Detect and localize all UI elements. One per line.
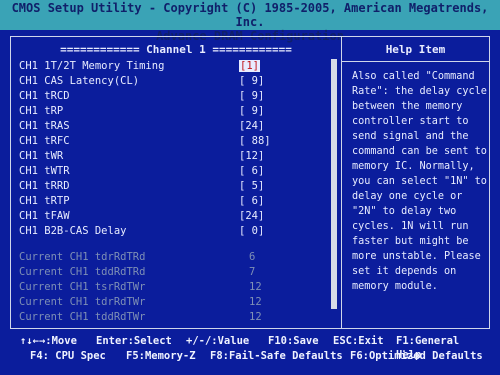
setting-value[interactable]: [ 6]	[239, 194, 264, 208]
key-memory-z: F5:Memory-Z	[126, 350, 196, 362]
help-text: Also called "Command Rate": the delay cy…	[352, 71, 487, 292]
setting-label: CH1 tRTP	[19, 195, 70, 207]
help-divider	[342, 61, 489, 62]
scrollbar[interactable]	[331, 59, 337, 309]
setting-row-tras[interactable]: CH1 tRAS [24]	[19, 119, 319, 133]
help-title: Help Item	[385, 43, 446, 56]
setting-value[interactable]: [ 9]	[239, 74, 264, 88]
help-pane: Help Item Also called "Command Rate": th…	[342, 37, 489, 328]
setting-value[interactable]: [24]	[239, 119, 264, 133]
readonly-value: 12	[249, 296, 262, 308]
key-value: +/-/:Value	[186, 335, 250, 347]
setting-row-trrd[interactable]: CH1 tRRD [ 5]	[19, 179, 319, 193]
setting-row-b2b-cas-delay[interactable]: CH1 B2B-CAS Delay [ 0]	[19, 224, 319, 238]
key-exit: ESC:Exit	[333, 335, 384, 347]
setting-value[interactable]: [ 0]	[239, 224, 264, 238]
readonly-row: Current CH1 tddRdTRd 7	[19, 265, 319, 279]
setting-row-trtp[interactable]: CH1 tRTP [ 6]	[19, 194, 319, 208]
setting-label: CH1 1T/2T Memory Timing	[19, 60, 165, 72]
setting-label: CH1 tFAW	[19, 210, 70, 222]
setting-value[interactable]: [ 6]	[239, 164, 264, 178]
readonly-value: 12	[249, 281, 262, 293]
key-move: ↑↓←→:Move	[20, 335, 77, 347]
setting-row-trfc[interactable]: CH1 tRFC [ 88]	[19, 134, 319, 148]
key-optimized-defaults: F6:Optimized Defaults	[350, 350, 483, 362]
readonly-label: Current CH1 tddRdTWr	[19, 311, 146, 323]
settings-list: ============ Channel 1 ============ CH1 …	[11, 37, 342, 328]
setting-row-trcd[interactable]: CH1 tRCD [ 9]	[19, 89, 319, 103]
setting-label: CH1 B2B-CAS Delay	[19, 225, 127, 237]
key-enter: Enter:Select	[96, 335, 172, 347]
key-cpu-spec: F4: CPU Spec	[30, 350, 106, 362]
setting-value[interactable]: [ 9]	[239, 104, 264, 118]
key-save: F10:Save	[268, 335, 319, 347]
readonly-label: Current CH1 tdrRdTWr	[19, 296, 146, 308]
setting-row-tfaw[interactable]: CH1 tFAW [24]	[19, 209, 319, 223]
readonly-value: 7	[249, 266, 256, 278]
setting-label: CH1 tRCD	[19, 90, 70, 102]
readonly-row: Current CH1 tdrRdTWr 12	[19, 295, 319, 309]
footer-keys: ↑↓←→:Move Enter:Select +/-/:Value F10:Sa…	[0, 329, 500, 375]
key-fail-safe-defaults: F8:Fail-Safe Defaults	[210, 350, 343, 362]
readonly-label: Current CH1 tsrRdTWr	[19, 281, 146, 293]
setting-label: CH1 tRRD	[19, 180, 70, 192]
setting-label: CH1 tWR	[19, 150, 64, 162]
setting-row-cas-latency[interactable]: CH1 CAS Latency(CL) [ 9]	[19, 74, 319, 88]
title-bar: CMOS Setup Utility - Copyright (C) 1985-…	[0, 0, 500, 43]
setting-row-twtr[interactable]: CH1 tWTR [ 6]	[19, 164, 319, 178]
setting-label: CH1 tRFC	[19, 135, 70, 147]
setting-value[interactable]: [12]	[239, 149, 264, 163]
setting-label: CH1 CAS Latency(CL)	[19, 75, 140, 87]
setting-label: CH1 tRAS	[19, 120, 70, 132]
selected-value[interactable]: [1]	[239, 60, 260, 72]
setting-value[interactable]: [ 88]	[239, 134, 271, 148]
settings-panel: ============ Channel 1 ============ CH1 …	[10, 36, 490, 329]
setting-label: CH1 tRP	[19, 105, 64, 117]
footer-line-1: ↑↓←→:Move Enter:Select +/-/:Value F10:Sa…	[20, 334, 490, 361]
readonly-label: Current CH1 tddRdTRd	[19, 266, 146, 278]
setting-value[interactable]: [ 5]	[239, 179, 264, 193]
setting-row-twr[interactable]: CH1 tWR [12]	[19, 149, 319, 163]
footer-line-2: F4: CPU Spec F5:Memory-Z F8:Fail-Safe De…	[20, 349, 490, 363]
readonly-row: Current CH1 tsrRdTWr 12	[19, 280, 319, 294]
readonly-row: Current CH1 tdrRdTRd 6	[19, 250, 319, 264]
readonly-value: 12	[249, 311, 262, 323]
setting-value[interactable]: [24]	[239, 209, 264, 223]
readonly-value: 6	[249, 251, 256, 263]
setting-label: CH1 tWTR	[19, 165, 70, 177]
section-title: ============ Channel 1 ============	[60, 43, 292, 56]
setting-value[interactable]: [1]	[239, 59, 260, 73]
setting-value[interactable]: [ 9]	[239, 89, 264, 103]
readonly-row: Current CH1 tddRdTWr 12	[19, 310, 319, 324]
readonly-label: Current CH1 tdrRdTRd	[19, 251, 146, 263]
setting-row-trp[interactable]: CH1 tRP [ 9]	[19, 104, 319, 118]
bios-screen: CMOS Setup Utility - Copyright (C) 1985-…	[0, 0, 500, 375]
setting-row-1t2t-timing[interactable]: CH1 1T/2T Memory Timing [1]	[19, 59, 319, 73]
app-title: CMOS Setup Utility - Copyright (C) 1985-…	[11, 1, 489, 29]
